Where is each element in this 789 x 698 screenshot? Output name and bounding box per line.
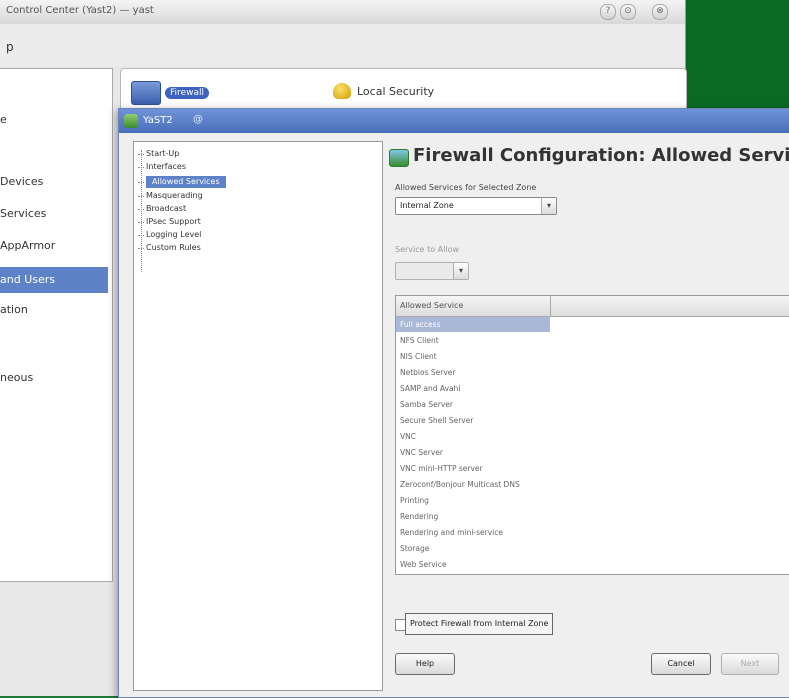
table-row[interactable]: SAMP and Avahi: [396, 381, 789, 396]
tree-item-broadcast[interactable]: Broadcast: [137, 203, 186, 215]
zone-select-value: Internal Zone: [400, 201, 454, 210]
close-window-button[interactable]: ⊗: [652, 4, 668, 20]
table-row[interactable]: NFS Client: [396, 333, 789, 348]
help-button[interactable]: Help: [395, 653, 455, 675]
page-title: Firewall Configuration: Allowed Services: [413, 145, 789, 166]
menu-bar: p: [0, 24, 685, 66]
table-row[interactable]: Rendering: [396, 509, 789, 524]
category-sidebar: e Devices Services AppArmor and Users at…: [0, 68, 113, 582]
table-row[interactable]: Web Service: [396, 557, 789, 572]
allowed-services-table[interactable]: Allowed Service Full access NFS Client N…: [395, 295, 789, 575]
security-icon[interactable]: [333, 83, 351, 99]
category-item-users[interactable]: and Users: [0, 267, 108, 293]
table-row[interactable]: Full access: [396, 317, 550, 332]
category-item[interactable]: [0, 77, 108, 99]
zone-label: Allowed Services for Selected Zone: [395, 183, 537, 192]
category-item[interactable]: ation: [0, 299, 108, 321]
dialog-title-extra: @: [193, 114, 203, 125]
control-center-titlebar[interactable]: Control Center (Yast2) — yast ? ⊙ ⊗: [0, 0, 685, 25]
category-item-devices[interactable]: Devices: [0, 171, 108, 193]
table-row[interactable]: Samba Server: [396, 397, 789, 412]
table-row[interactable]: Netbios Server: [396, 365, 789, 380]
navigation-tree: Start-Up Interfaces Allowed Services Mas…: [133, 141, 383, 691]
firewall-dialog: YaST2 @ Start-Up Interfaces Allowed Serv…: [118, 108, 789, 698]
help-window-button[interactable]: ?: [600, 4, 616, 20]
tree-connector: [141, 150, 142, 272]
cancel-button[interactable]: Cancel: [651, 653, 711, 675]
table-row[interactable]: Zeroconf/Bonjour Multicast DNS: [396, 477, 789, 492]
tree-item-interfaces[interactable]: Interfaces: [138, 161, 186, 173]
tree-item-ipsec-support[interactable]: IPsec Support: [138, 216, 201, 228]
table-row[interactable]: Rendering and mini-service: [396, 525, 789, 540]
sidebar-footer: [0, 600, 112, 696]
window-title: Control Center (Yast2) — yast: [6, 5, 154, 16]
table-header: Allowed Service: [396, 296, 789, 317]
table-row[interactable]: VNC mini-HTTP server: [396, 461, 789, 476]
category-item-services[interactable]: Services: [0, 203, 108, 225]
tree-item-custom-rules[interactable]: Custom Rules: [138, 242, 201, 254]
firewall-heading-icon: [389, 149, 409, 167]
tree-item-allowed-services[interactable]: Allowed Services: [138, 176, 226, 188]
column-header-allowed-service[interactable]: Allowed Service: [396, 296, 551, 316]
table-row[interactable]: VNC: [396, 429, 789, 444]
category-item[interactable]: e: [0, 109, 108, 131]
next-button[interactable]: Next: [721, 653, 779, 675]
dialog-titlebar[interactable]: YaST2 @: [119, 109, 789, 133]
menu-item[interactable]: p: [6, 40, 14, 54]
chevron-down-icon[interactable]: ▾: [453, 263, 468, 279]
dialog-title: YaST2: [143, 115, 173, 126]
table-row[interactable]: VNC Server: [396, 445, 789, 460]
chevron-down-icon[interactable]: ▾: [541, 198, 556, 214]
table-row[interactable]: Secure Shell Server: [396, 413, 789, 428]
firewall-icon[interactable]: [131, 81, 161, 105]
local-security-module-label[interactable]: Local Security: [357, 85, 434, 98]
firewall-module-label[interactable]: Firewall: [165, 87, 209, 99]
tree-item-masquerading[interactable]: Masquerading: [138, 190, 203, 202]
yast-icon: [124, 114, 138, 128]
tree-item-start-up[interactable]: Start-Up: [137, 148, 179, 160]
service-to-allow-select[interactable]: ▾: [395, 262, 469, 280]
service-to-allow-label: Service to Allow: [395, 245, 460, 254]
category-item-misc[interactable]: neous: [0, 367, 108, 389]
table-row[interactable]: NIS Client: [396, 349, 789, 364]
table-row[interactable]: Storage: [396, 541, 789, 556]
protect-firewall-label[interactable]: Protect Firewall from Internal Zone: [405, 613, 554, 635]
table-row[interactable]: Printing: [396, 493, 789, 508]
zone-select[interactable]: Internal Zone ▾: [395, 197, 557, 215]
tree-item-logging-level[interactable]: Logging Level: [137, 229, 201, 241]
maximize-window-button[interactable]: ⊙: [620, 4, 636, 20]
category-item-apparmor[interactable]: AppArmor: [0, 235, 108, 257]
